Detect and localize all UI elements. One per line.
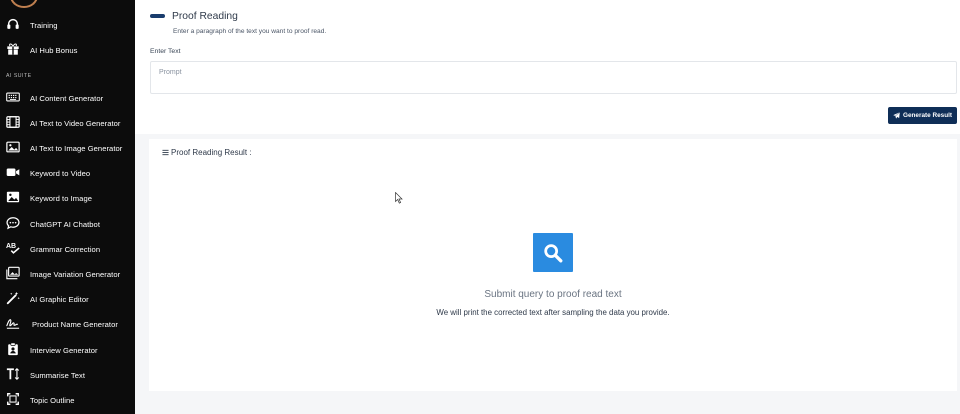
mouse-cursor-icon — [395, 192, 403, 204]
sidebar-item-ai-content-generator[interactable]: AI Content Generator — [0, 87, 135, 109]
generate-result-label: Generate Result — [902, 112, 952, 119]
result-heading: Proof Reading Result : — [162, 148, 252, 157]
sidebar-item-grammar-correction[interactable]: AB Grammar Correction — [0, 238, 135, 260]
sidebar-item-label: Keyword to Image — [30, 193, 93, 203]
image-icon — [6, 140, 20, 154]
sidebar-section-label: AI SUITE — [6, 73, 32, 79]
sidebar-item-interview-generator[interactable]: Interview Generator — [0, 339, 135, 361]
sidebar-item-keyword-to-image[interactable]: Keyword to Image — [0, 187, 135, 209]
sidebar-item-label: AI Content Generator — [30, 93, 104, 103]
sidebar-item-training[interactable]: Training — [0, 14, 135, 36]
sidebar-item-ai-graphic-editor[interactable]: AI Graphic Editor — [0, 288, 135, 310]
page-subtitle: Enter a paragraph of the text you want t… — [173, 28, 327, 35]
title-accent-bar — [150, 14, 165, 18]
sidebar-item-ai-hub-bonus[interactable]: AI Hub Bonus — [0, 39, 135, 61]
sidebar-item-product-name-generator[interactable]: Product Name Generator — [0, 313, 135, 335]
sidebar-item-ai-text-to-image[interactable]: AI Text to Image Generator — [0, 137, 135, 159]
sidebar-item-summarise-text[interactable]: Summarise Text — [0, 364, 135, 386]
sidebar-item-label: AI Hub Bonus — [30, 45, 78, 55]
text-height-icon — [6, 367, 20, 381]
sidebar-item-topic-outline[interactable]: Topic Outline — [0, 389, 135, 411]
search-icon — [533, 233, 573, 272]
sidebar-item-label: AI Graphic Editor — [30, 294, 89, 304]
sidebar-item-chatgpt-chatbot[interactable]: ChatGPT AI Chatbot — [0, 213, 135, 235]
sidebar-item-label: Grammar Correction — [30, 244, 101, 254]
sidebar-item-label: Product Name Generator — [32, 319, 118, 329]
signature-icon — [6, 316, 20, 330]
result-panel: Proof Reading Result : Submit query to p… — [149, 139, 957, 391]
empty-state-title: Submit query to proof read text — [484, 289, 622, 300]
proof-reading-form: Proof Reading Enter a paragraph of the t… — [135, 0, 960, 134]
empty-state-description: We will print the corrected text after s… — [436, 308, 670, 317]
sidebar-item-label: Image Variation Generator — [30, 269, 121, 279]
result-heading-text: Proof Reading Result : — [171, 148, 252, 157]
sidebar-item-label: AI Text to Image Generator — [30, 143, 123, 153]
generate-result-button[interactable]: Generate Result — [888, 107, 957, 124]
sidebar-item-label: Interview Generator — [30, 345, 98, 355]
sidebar-item-label: ChatGPT AI Chatbot — [30, 219, 100, 229]
sidebar-item-label: Training — [30, 20, 58, 30]
svg-text:AB: AB — [6, 243, 16, 250]
keyboard-icon — [6, 90, 20, 104]
outline-square-icon — [6, 392, 20, 406]
prompt-input[interactable] — [150, 61, 957, 94]
magic-wand-icon — [6, 291, 20, 305]
sidebar-item-image-variation[interactable]: Image Variation Generator — [0, 263, 135, 285]
sidebar-item-label: Topic Outline — [30, 395, 75, 405]
sidebar-item-ai-text-to-video[interactable]: AI Text to Video Generator — [0, 112, 135, 134]
chat-bubble-icon — [6, 216, 20, 230]
headset-icon — [6, 17, 20, 31]
brand-logo — [10, 0, 38, 8]
video-camera-icon — [6, 165, 20, 179]
page-title: Proof Reading — [172, 11, 238, 22]
clipboard-user-icon — [6, 342, 20, 356]
sidebar-item-keyword-to-video[interactable]: Keyword to Video — [0, 162, 135, 184]
images-icon — [6, 266, 20, 280]
film-icon — [6, 115, 20, 129]
spellcheck-icon: AB — [6, 241, 20, 255]
picture-icon — [6, 190, 20, 204]
sidebar-item-label: AI Text to Video Generator — [30, 118, 121, 128]
list-icon — [162, 149, 169, 156]
sidebar-item-label: Keyword to Video — [30, 168, 91, 178]
main-content: Proof Reading Enter a paragraph of the t… — [135, 0, 960, 414]
paper-plane-icon — [893, 112, 900, 119]
sidebar: Training AI Hub Bonus AI SUITE AI Conten… — [0, 0, 135, 414]
gift-icon — [6, 42, 20, 56]
enter-text-label: Enter Text — [150, 48, 181, 55]
sidebar-item-label: Summarise Text — [30, 370, 85, 380]
